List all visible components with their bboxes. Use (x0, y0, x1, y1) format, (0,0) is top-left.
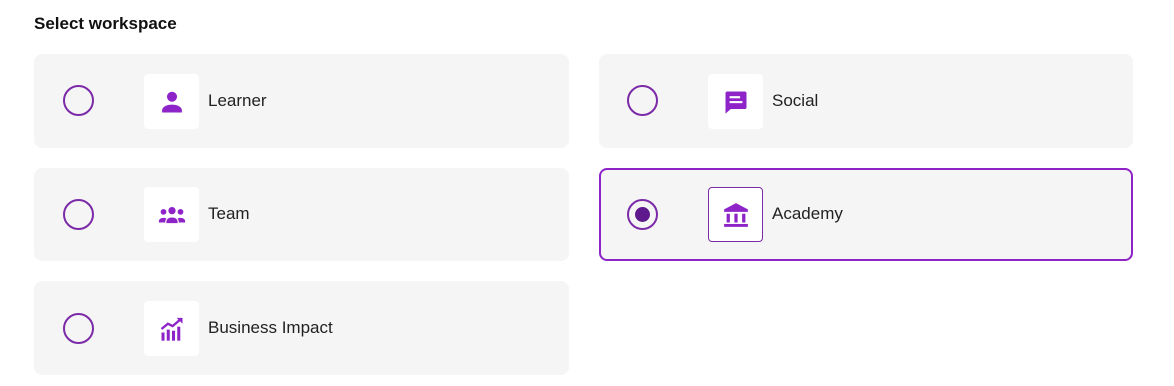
workspace-option-team[interactable]: Team (34, 168, 569, 261)
workspace-option-academy[interactable]: Academy (599, 168, 1133, 261)
chat-icon (725, 91, 746, 114)
radio-academy[interactable] (627, 199, 658, 230)
icon-box-business-impact (144, 301, 199, 356)
icon-box-team (144, 187, 199, 242)
icon-box-social (708, 74, 763, 129)
option-label-team: Team (208, 204, 250, 223)
radio-learner[interactable] (63, 85, 94, 116)
radio-selected-dot (635, 207, 650, 222)
workspace-option-social[interactable]: Social (599, 54, 1133, 148)
option-label-social: Social (772, 91, 819, 110)
institution-icon (723, 202, 748, 227)
option-label-academy: Academy (772, 204, 843, 223)
radio-business-impact[interactable] (63, 313, 94, 344)
group-icon (158, 206, 185, 223)
page-title: Select workspace (34, 14, 177, 33)
radio-team[interactable] (63, 199, 94, 230)
icon-box-learner (144, 74, 199, 129)
person-icon (161, 91, 182, 112)
workspace-option-business-impact[interactable]: Business Impact (34, 281, 569, 375)
chart-trend-icon (160, 317, 182, 341)
icon-box-academy (708, 187, 763, 242)
option-label-business-impact: Business Impact (208, 318, 333, 337)
radio-social[interactable] (627, 85, 658, 116)
option-label-learner: Learner (208, 91, 267, 110)
workspace-option-learner[interactable]: Learner (34, 54, 569, 148)
